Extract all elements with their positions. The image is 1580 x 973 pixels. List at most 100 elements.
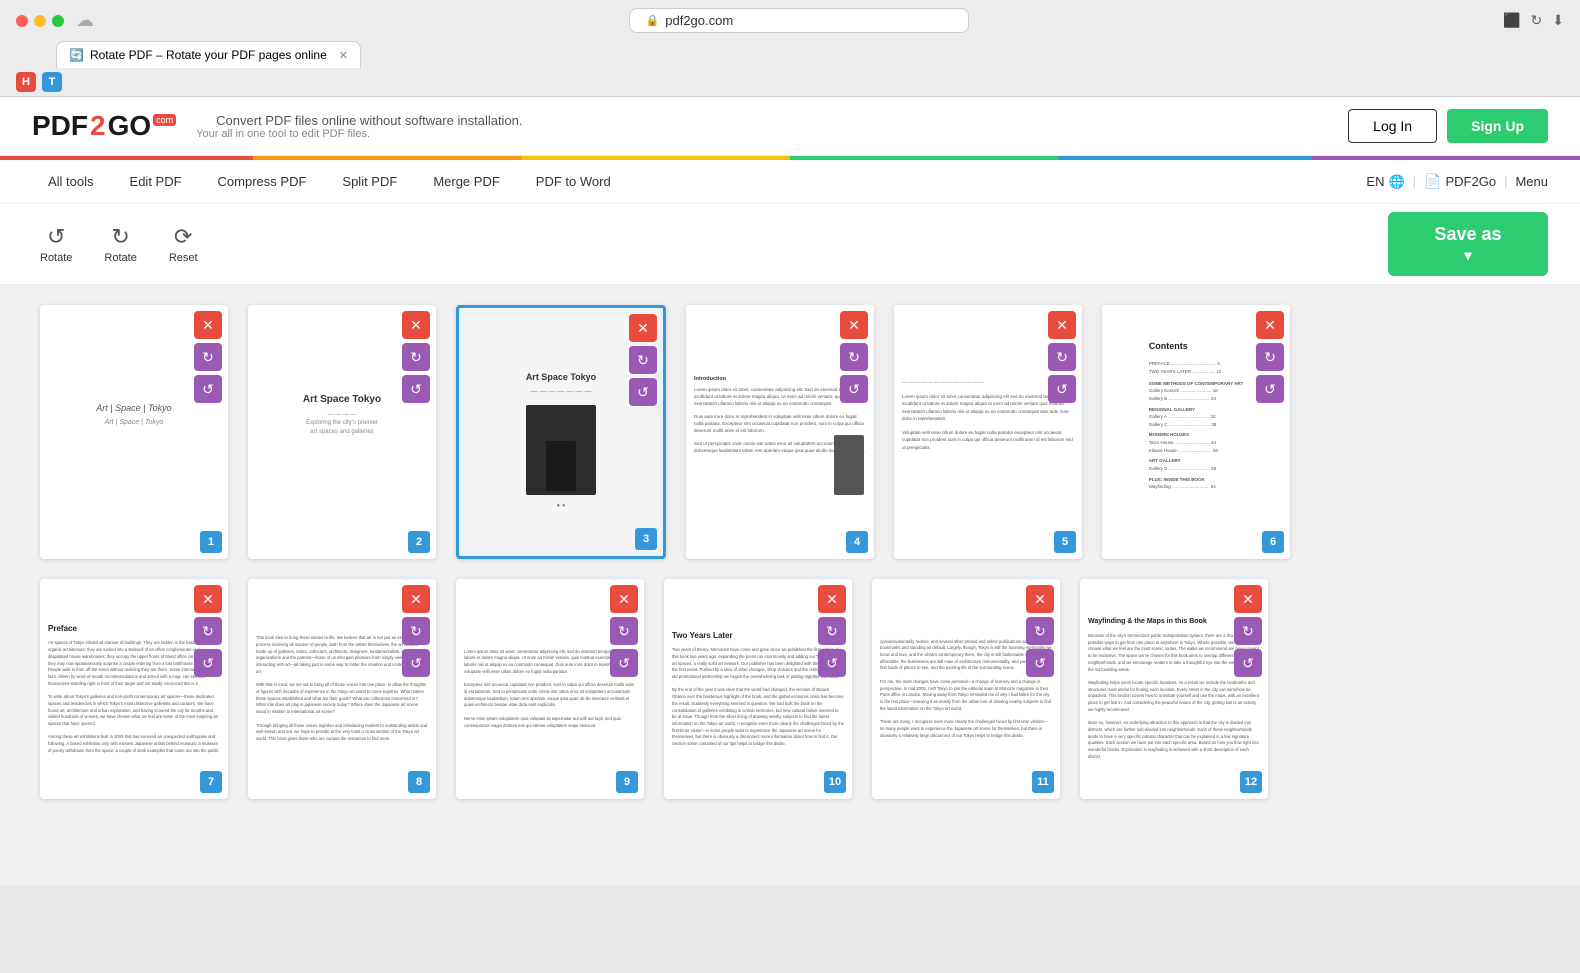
rotate-page-9-left[interactable]: ↺ — [610, 649, 638, 677]
page-item: Introduction Lorem ipsum dolor sit amet,… — [686, 305, 874, 559]
rotate-page-1-right[interactable]: ↻ — [194, 343, 222, 371]
delete-page-12[interactable]: ✕ — [1234, 585, 1262, 613]
logo-2: 2 — [90, 110, 106, 142]
page-item-highlighted: Art Space Tokyo — — — — — — — ● ● ✕ ↻ ↺ … — [456, 305, 666, 559]
rotate-page-5-left[interactable]: ↺ — [1048, 375, 1076, 403]
minimize-button[interactable] — [34, 15, 46, 27]
browser-chrome: ☁ 🔒 pdf2go.com ⬛ ↻ ⬇ 🔄 Rotate PDF – Rota… — [0, 0, 1580, 97]
nav-pdf-to-word[interactable]: PDF to Word — [520, 160, 627, 203]
rotate-page-7-right[interactable]: ↻ — [194, 617, 222, 645]
page-controls-2: ✕ ↻ ↺ — [402, 311, 430, 403]
rotate-page-4-right[interactable]: ↻ — [840, 343, 868, 371]
address-bar[interactable]: 🔒 pdf2go.com — [106, 8, 1491, 33]
page-number-10: 10 — [824, 771, 846, 793]
nav-edit-pdf[interactable]: Edit PDF — [114, 160, 198, 203]
rotate-page-2-left[interactable]: ↺ — [402, 375, 430, 403]
rotate-right-button[interactable]: ↻ Rotate — [96, 220, 144, 268]
rotate-page-1-left[interactable]: ↺ — [194, 375, 222, 403]
toolbar: ↺ Rotate ↻ Rotate ⟳ Reset Save as ▾ — [0, 204, 1580, 285]
lock-icon: 🔒 — [646, 14, 660, 27]
rotate-page-12-right[interactable]: ↻ — [1234, 617, 1262, 645]
page-item: This book tries to bring those stories t… — [248, 579, 436, 799]
save-as-chevron: ▾ — [1464, 247, 1471, 264]
menu-label[interactable]: Menu — [1515, 174, 1548, 189]
page-controls-12: ✕ ↻ ↺ — [1234, 585, 1262, 677]
rotate-page-12-left[interactable]: ↺ — [1234, 649, 1262, 677]
rotate-page-8-right[interactable]: ↻ — [402, 617, 430, 645]
rotate-page-2-right[interactable]: ↻ — [402, 343, 430, 371]
rotate-page-6-left[interactable]: ↺ — [1256, 375, 1284, 403]
page-number-7: 7 — [200, 771, 222, 793]
language-button[interactable]: EN 🌐 — [1366, 174, 1404, 190]
page-controls-10: ✕ ↻ ↺ — [818, 585, 846, 677]
nav-split-pdf[interactable]: Split PDF — [326, 160, 413, 203]
nav-divider: | — [1413, 174, 1416, 189]
delete-page-2[interactable]: ✕ — [402, 311, 430, 339]
save-as-button[interactable]: Save as ▾ — [1388, 212, 1548, 276]
pages-row-2: Preface Art spaces of Tokyo inhabit all … — [40, 579, 1540, 799]
nav-compress-pdf[interactable]: Compress PDF — [202, 160, 323, 203]
rotate-page-10-left[interactable]: ↺ — [818, 649, 846, 677]
delete-page-10[interactable]: ✕ — [818, 585, 846, 613]
active-tab[interactable]: 🔄 Rotate PDF – Rotate your PDF pages onl… — [56, 41, 361, 68]
page-number-1: 1 — [200, 531, 222, 553]
logo[interactable]: PDF 2 GO com — [32, 110, 176, 142]
page-number-6: 6 — [1262, 531, 1284, 553]
signup-button[interactable]: Sign Up — [1447, 109, 1548, 143]
nav-right: EN 🌐 | 📄 PDF2Go | Menu — [1366, 173, 1548, 190]
login-button[interactable]: Log In — [1348, 109, 1437, 143]
rotate-page-10-right[interactable]: ↻ — [818, 617, 846, 645]
rotate-page-3-right[interactable]: ↻ — [629, 346, 657, 374]
delete-page-7[interactable]: ✕ — [194, 585, 222, 613]
toolbar-left: ↺ Rotate ↻ Rotate ⟳ Reset — [32, 220, 206, 268]
nav-bar: All tools Edit PDF Compress PDF Split PD… — [0, 160, 1580, 204]
rotate-right-label: Rotate — [104, 252, 136, 264]
page-item: Art Space Tokyo — — — —Exploring the cit… — [248, 305, 436, 559]
refresh-icon[interactable]: ↻ — [1531, 12, 1543, 29]
rotate-page-7-left[interactable]: ↺ — [194, 649, 222, 677]
rotate-left-button[interactable]: ↺ Rotate — [32, 220, 80, 268]
rotate-page-11-left[interactable]: ↺ — [1026, 649, 1054, 677]
delete-page-4[interactable]: ✕ — [840, 311, 868, 339]
url-text: pdf2go.com — [665, 13, 733, 28]
tab-close-icon[interactable]: ✕ — [339, 49, 348, 62]
pdf2go-nav: 📄 PDF2Go — [1424, 173, 1496, 190]
rotate-page-8-left[interactable]: ↺ — [402, 649, 430, 677]
reset-label: Reset — [169, 252, 198, 264]
page-controls-8: ✕ ↻ ↺ — [402, 585, 430, 677]
rotate-left-icon: ↺ — [47, 224, 65, 250]
main-content: Art | Space | Tokyo Art | Space | Tokyo … — [0, 285, 1580, 885]
tab-favicon: 🔄 — [69, 48, 84, 62]
page-controls-1: ✕ ↻ ↺ — [194, 311, 222, 403]
rotate-page-5-right[interactable]: ↻ — [1048, 343, 1076, 371]
nav-all-tools[interactable]: All tools — [32, 160, 110, 203]
maximize-button[interactable] — [52, 15, 64, 27]
cast-icon: ⬛ — [1503, 12, 1520, 29]
tab-title: Rotate PDF – Rotate your PDF pages onlin… — [90, 48, 327, 62]
rotate-right-icon: ↻ — [111, 224, 129, 250]
page-number-4: 4 — [846, 531, 868, 553]
nav-merge-pdf[interactable]: Merge PDF — [417, 160, 515, 203]
rotate-page-9-right[interactable]: ↻ — [610, 617, 638, 645]
rotate-page-11-right[interactable]: ↻ — [1026, 617, 1054, 645]
delete-page-8[interactable]: ✕ — [402, 585, 430, 613]
reset-button[interactable]: ⟳ Reset — [161, 220, 206, 268]
pdf2go-nav-label: PDF2Go — [1446, 174, 1497, 189]
delete-page-5[interactable]: ✕ — [1048, 311, 1076, 339]
close-button[interactable] — [16, 15, 28, 27]
nav-left: All tools Edit PDF Compress PDF Split PD… — [32, 160, 627, 203]
rotate-page-6-right[interactable]: ↻ — [1256, 343, 1284, 371]
delete-page-11[interactable]: ✕ — [1026, 585, 1054, 613]
download-icon[interactable]: ⬇ — [1552, 12, 1564, 29]
app-header: PDF 2 GO com Convert PDF files online wi… — [0, 97, 1580, 156]
page-number-5: 5 — [1054, 531, 1076, 553]
delete-page-1[interactable]: ✕ — [194, 311, 222, 339]
page-item: Two Years Later Two years of theory. Mem… — [664, 579, 852, 799]
delete-page-6[interactable]: ✕ — [1256, 311, 1284, 339]
rotate-page-3-left[interactable]: ↺ — [629, 378, 657, 406]
delete-page-3[interactable]: ✕ — [629, 314, 657, 342]
rotate-page-4-left[interactable]: ↺ — [840, 375, 868, 403]
reset-icon: ⟳ — [174, 224, 192, 250]
lang-text: EN — [1366, 174, 1384, 189]
delete-page-9[interactable]: ✕ — [610, 585, 638, 613]
